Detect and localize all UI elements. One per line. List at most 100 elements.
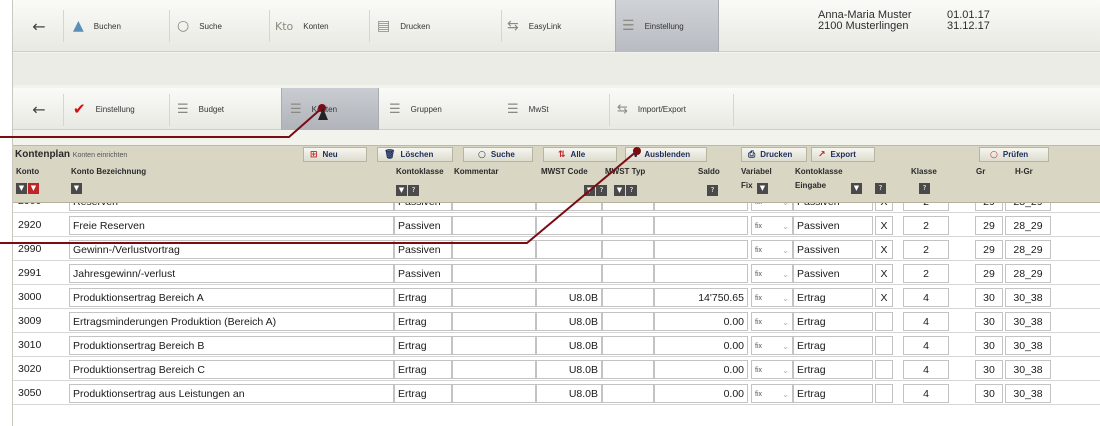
cell-kommentar[interactable] [452,384,536,403]
cell-mwst-typ[interactable] [602,384,654,403]
cell-gr[interactable]: 29 [975,240,1003,259]
help-icon[interactable]: ? [626,185,637,196]
cell-gr[interactable]: 30 [975,312,1003,331]
table-row[interactable]: 3009 Ertragsminderungen Produktion (Bere… [13,310,1100,333]
cell-mwst-typ[interactable] [602,264,654,283]
cell-kommentar[interactable] [452,240,536,259]
cell-h-gr[interactable]: 28_29 [1005,216,1051,235]
table-row[interactable]: 2900 Reserven Passiven fix ⌄ Passiven X 2… [13,203,1100,213]
cell-klasse[interactable]: 2 [903,216,949,235]
cell-konto[interactable]: 3000 [15,288,69,307]
cell-mwst-typ[interactable] [602,312,654,331]
import-export-tab[interactable]: ⇆ Import/Export [617,88,727,130]
sort-down-icon[interactable]: ▼ [396,185,407,196]
cell-bezeichnung[interactable]: Reserven [69,203,394,211]
back-button[interactable]: ← [19,0,59,52]
cell-kontoklasse-eingabe[interactable]: Ertrag [793,336,873,355]
cell-checkbox[interactable] [875,336,893,355]
cell-saldo[interactable]: 0.00 [654,312,748,331]
cell-bezeichnung[interactable]: Ertragsminderungen Produktion (Bereich A… [69,312,394,331]
cell-saldo[interactable]: 0.00 [654,336,748,355]
cell-kommentar[interactable] [452,288,536,307]
cell-kommentar[interactable] [452,203,536,211]
cell-mwst-typ[interactable] [602,360,654,379]
cell-klasse[interactable]: 4 [903,360,949,379]
table-row[interactable]: 3050 Produktionsertrag aus Leistungen an… [13,382,1100,405]
cell-klasse[interactable]: 4 [903,288,949,307]
konten-button[interactable]: Kto Konten [275,0,365,52]
cell-konto[interactable]: 3010 [15,336,69,355]
cell-kontoklasse-eingabe[interactable]: Passiven [793,264,873,283]
cell-kontoklasse-eingabe[interactable]: Ertrag [793,288,873,307]
table-row[interactable]: 2920 Freie Reserven Passiven fix ⌄ Passiv… [13,214,1100,237]
cell-checkbox[interactable]: X [875,264,893,283]
cell-gr[interactable]: 30 [975,336,1003,355]
cell-fix-select[interactable]: fix ⌄ [751,203,793,211]
cell-fix-select[interactable]: fix ⌄ [751,312,793,331]
cell-fix-select[interactable]: fix ⌄ [751,336,793,355]
cell-checkbox[interactable]: X [875,240,893,259]
table-row[interactable]: 2990 Gewinn-/Verlustvortrag Passiven fix… [13,238,1100,261]
help-icon[interactable]: ? [596,185,607,196]
cell-fix-select[interactable]: fix ⌄ [751,240,793,259]
help-icon[interactable]: ? [919,183,930,194]
gruppen-tab[interactable]: ☰ Gruppen [389,88,499,130]
table-row[interactable]: 2991 Jahresgewinn/-verlust Passiven fix ⌄… [13,262,1100,285]
cell-h-gr[interactable]: 30_38 [1005,360,1051,379]
cell-konto[interactable]: 3009 [15,312,69,331]
cell-checkbox[interactable] [875,360,893,379]
cell-h-gr[interactable]: 30_38 [1005,336,1051,355]
cell-fix-select[interactable]: fix ⌄ [751,216,793,235]
buchen-button[interactable]: ▲ Buchen [69,0,165,52]
cell-kontoklasse[interactable]: Passiven [394,203,452,211]
cell-kommentar[interactable] [452,336,536,355]
cell-checkbox[interactable]: X [875,288,893,307]
cell-mwst-typ[interactable] [602,216,654,235]
cell-h-gr[interactable]: 30_38 [1005,312,1051,331]
cell-gr[interactable]: 29 [975,216,1003,235]
new-button[interactable]: ⊞ Neu [303,147,367,162]
help-icon[interactable]: ? [707,185,718,196]
cell-kontoklasse-eingabe[interactable]: Passiven [793,216,873,235]
cell-checkbox[interactable] [875,384,893,403]
cell-kontoklasse[interactable]: Passiven [394,264,452,283]
cell-saldo[interactable] [654,264,748,283]
sort-down-icon[interactable]: ▼ [757,183,768,194]
sort-down-icon[interactable]: ▼ [584,185,595,196]
drucken-button[interactable]: ▤ Drucken [377,0,481,52]
budget-tab[interactable]: ☰ Budget [177,88,277,130]
cell-mwst-code[interactable]: U8.0B [536,360,602,379]
cell-konto[interactable]: 2991 [15,264,69,283]
cell-kommentar[interactable] [452,216,536,235]
cell-mwst-code[interactable]: U8.0B [536,312,602,331]
cell-checkbox[interactable] [875,312,893,331]
easylink-button[interactable]: ⇆ EasyLink [507,0,607,52]
konten-tab[interactable]: ☰ Konten [281,88,379,130]
cell-kontoklasse[interactable]: Passiven [394,240,452,259]
cell-checkbox[interactable]: X [875,203,893,211]
sort-down-icon[interactable]: ▼ [16,183,27,194]
cell-kontoklasse[interactable]: Ertrag [394,384,452,403]
cell-kommentar[interactable] [452,264,536,283]
suche-button[interactable]: ○ Suche [177,0,265,52]
cell-kommentar[interactable] [452,312,536,331]
cell-klasse[interactable]: 4 [903,336,949,355]
cell-kontoklasse-eingabe[interactable]: Ertrag [793,384,873,403]
cell-mwst-typ[interactable] [602,336,654,355]
cell-kommentar[interactable] [452,360,536,379]
cell-kontoklasse[interactable]: Ertrag [394,312,452,331]
cell-kontoklasse-eingabe[interactable]: Passiven [793,203,873,211]
table-row[interactable]: 3000 Produktionsertrag Bereich A Ertrag … [13,286,1100,309]
table-row[interactable]: 3020 Produktionsertrag Bereich C Ertrag … [13,358,1100,381]
cell-mwst-typ[interactable] [602,203,654,211]
cell-kontoklasse[interactable]: Passiven [394,216,452,235]
einstellung-tab[interactable]: ✔ Einstellung [69,88,165,130]
cell-kontoklasse[interactable]: Ertrag [394,288,452,307]
cell-mwst-code[interactable] [536,203,602,211]
cell-h-gr[interactable]: 28_29 [1005,240,1051,259]
cell-kontoklasse[interactable]: Ertrag [394,360,452,379]
cell-h-gr[interactable]: 28_29 [1005,264,1051,283]
print-button[interactable]: ⎙ Drucken [741,147,807,162]
cell-bezeichnung[interactable]: Gewinn-/Verlustvortrag [69,240,394,259]
cell-kontoklasse[interactable]: Ertrag [394,336,452,355]
